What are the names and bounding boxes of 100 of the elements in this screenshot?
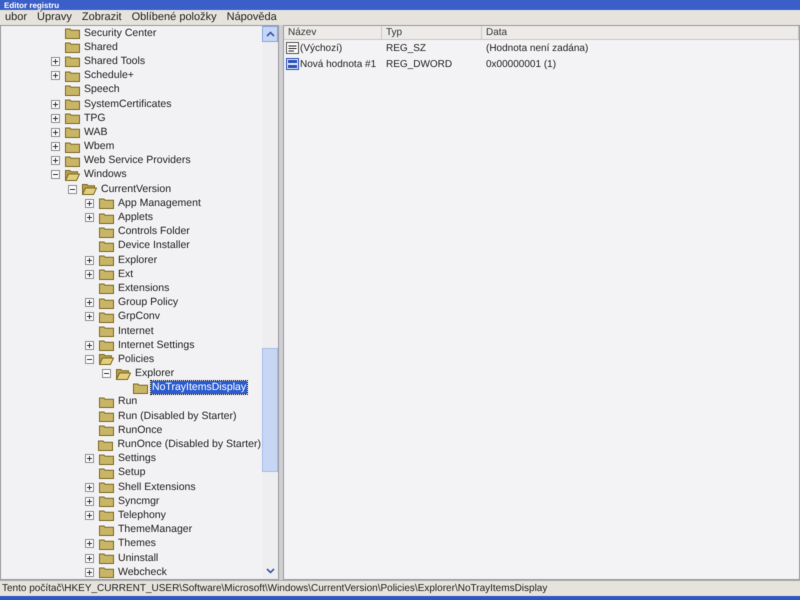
open-folder-icon xyxy=(82,183,97,196)
tree-item[interactable]: Applets xyxy=(117,211,154,224)
expand-button[interactable] xyxy=(51,114,60,123)
tree-item[interactable]: Themes xyxy=(117,537,157,550)
string-value-icon xyxy=(286,42,299,54)
menu-item[interactable]: Zobrazit xyxy=(76,9,127,26)
plus-icon xyxy=(52,128,59,136)
tree-item[interactable]: Schedule+ xyxy=(83,69,135,82)
tree-item[interactable]: RunOnce xyxy=(117,424,164,437)
expand-button[interactable] xyxy=(85,340,94,350)
plus-icon xyxy=(86,512,93,519)
plus-icon xyxy=(86,270,93,278)
column-header[interactable]: Typ xyxy=(382,26,482,39)
expand-button[interactable] xyxy=(85,568,94,577)
tree-item[interactable]: Shell Extensions xyxy=(117,480,197,494)
tree-item[interactable]: Extensions xyxy=(117,282,170,295)
tree-item[interactable]: Internet Settings xyxy=(117,338,196,352)
scroll-thumb[interactable] xyxy=(262,348,278,472)
tree-item[interactable]: Group Policy xyxy=(117,296,180,310)
tree-item[interactable]: Webcheck xyxy=(117,566,168,579)
tree-item[interactable]: Policies xyxy=(117,352,156,366)
tree-item[interactable]: WAB xyxy=(83,126,109,139)
expand-button[interactable] xyxy=(51,100,60,109)
tree-item[interactable]: Windows xyxy=(83,168,128,182)
tree-item[interactable]: GrpConv xyxy=(117,310,162,324)
expand-button[interactable] xyxy=(85,482,94,492)
tree-item[interactable]: Explorer xyxy=(134,367,176,380)
tree-item[interactable]: NoTrayItemsDisplay xyxy=(151,381,248,394)
open-folder-icon xyxy=(65,168,80,181)
expand-button[interactable] xyxy=(85,198,94,208)
expand-button[interactable] xyxy=(51,128,60,137)
menu-item[interactable]: ubor xyxy=(0,9,32,26)
collapse-button[interactable] xyxy=(102,369,111,378)
folder-icon xyxy=(98,438,114,451)
expand-button[interactable] xyxy=(85,554,94,563)
menu-item[interactable]: Nápověda xyxy=(222,9,282,26)
folder-icon xyxy=(65,84,80,96)
tree-item[interactable]: Controls Folder xyxy=(117,225,191,238)
tree-item[interactable]: Run xyxy=(117,395,138,408)
tree-item[interactable]: CurrentVersion xyxy=(100,182,172,196)
tree-item[interactable]: Internet xyxy=(117,324,155,338)
plus-icon xyxy=(86,342,93,349)
plus-icon xyxy=(86,200,93,207)
expand-button[interactable] xyxy=(85,213,94,222)
expand-button[interactable] xyxy=(51,142,60,152)
tree-item[interactable]: Explorer xyxy=(117,254,158,267)
tree-item[interactable]: Wbem xyxy=(83,140,116,154)
tree-item[interactable]: Ext xyxy=(117,268,134,281)
plus-icon xyxy=(86,554,93,562)
scrollbar[interactable] xyxy=(262,26,278,579)
folder-icon xyxy=(99,226,114,238)
expand-button[interactable] xyxy=(51,56,60,66)
expand-button[interactable] xyxy=(51,156,60,166)
scroll-up-button[interactable] xyxy=(262,26,278,42)
value-name[interactable]: (Výchozí) xyxy=(300,40,342,56)
folder-icon xyxy=(99,197,114,210)
tree-item[interactable]: Run (Disabled by Starter) xyxy=(117,410,238,423)
expand-button[interactable] xyxy=(85,312,94,322)
tree-item[interactable]: Settings xyxy=(117,452,157,466)
menu-item[interactable]: Oblíbené položky xyxy=(126,9,222,26)
menu-item[interactable]: Úpravy xyxy=(32,9,77,26)
tree-item[interactable]: RunOnce (Disabled by Starter) xyxy=(116,438,262,452)
tree-item[interactable]: App Management xyxy=(117,196,202,210)
tree-item[interactable]: Uninstall xyxy=(117,552,160,565)
tree-item[interactable]: Syncmgr xyxy=(117,494,160,508)
plus-icon xyxy=(52,100,59,108)
folder-icon xyxy=(65,126,80,138)
column-header[interactable]: Název xyxy=(284,26,382,39)
value-name[interactable]: Nová hodnota #1 xyxy=(300,56,376,72)
tree-item[interactable]: SystemCertificates xyxy=(83,98,173,111)
column-header[interactable]: Data xyxy=(482,26,799,39)
tree-item[interactable]: Security Center xyxy=(83,26,158,40)
folder-icon xyxy=(65,55,80,68)
plus-icon xyxy=(86,299,93,306)
tree-item[interactable]: Setup xyxy=(117,466,146,480)
expand-button[interactable] xyxy=(51,71,60,80)
folder-icon xyxy=(99,524,114,536)
tree-item[interactable]: Speech xyxy=(83,83,121,96)
value-type: REG_DWORD xyxy=(385,58,454,72)
folder-icon xyxy=(99,452,114,465)
tree-item[interactable]: Device Installer xyxy=(117,239,191,252)
expand-button[interactable] xyxy=(85,454,94,464)
expand-button[interactable] xyxy=(85,539,94,548)
tree-item[interactable]: Web Service Providers xyxy=(83,154,192,168)
collapse-button[interactable] xyxy=(85,354,94,364)
expand-button[interactable] xyxy=(85,496,94,506)
expand-button[interactable] xyxy=(85,298,94,308)
collapse-button[interactable] xyxy=(68,184,77,194)
collapse-button[interactable] xyxy=(51,170,60,180)
tree-item[interactable]: ThemeManager xyxy=(117,523,194,536)
expand-button[interactable] xyxy=(85,256,94,265)
folder-icon xyxy=(99,325,114,338)
tree-item[interactable]: Telephony xyxy=(117,508,167,522)
tree-item[interactable]: TPG xyxy=(83,112,107,125)
folder-icon xyxy=(65,41,80,54)
tree-item[interactable]: Shared xyxy=(83,40,119,54)
plus-icon xyxy=(86,214,93,222)
expand-button[interactable] xyxy=(85,270,94,279)
expand-button[interactable] xyxy=(85,510,94,520)
tree-item[interactable]: Shared Tools xyxy=(83,54,146,68)
